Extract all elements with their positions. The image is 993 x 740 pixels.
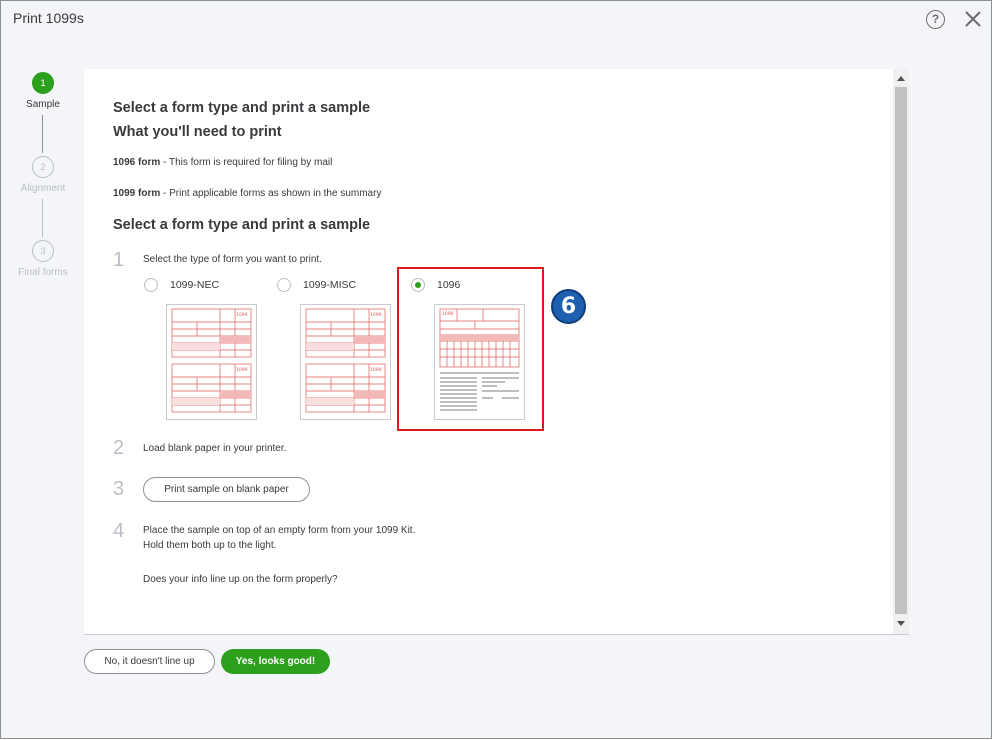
form-preview-image: 1099 1099 — [305, 308, 386, 413]
radio-label-1099-misc: 1099-MISC — [303, 279, 357, 291]
alignment-question: Does your info line up on the form prope… — [143, 574, 338, 585]
dialog-title: Print 1099s — [13, 10, 84, 26]
form-thumbnail-1099-nec[interactable]: 1099 1099 — [166, 304, 257, 420]
stepper-step-alignment: 2 Alignment — [13, 156, 73, 194]
help-icon[interactable]: ? — [926, 10, 945, 29]
radio-1099-nec[interactable] — [144, 278, 158, 292]
step-label: Sample — [26, 99, 60, 110]
form-1096-label: 1096 form — [113, 157, 161, 168]
step-number-2: 2 — [113, 437, 125, 459]
annotation-highlight-box — [397, 267, 544, 431]
step-1-text: Select the type of form you want to prin… — [143, 254, 322, 265]
yes-looks-good-button[interactable]: Yes, looks good! — [221, 649, 330, 674]
radio-label-1099-nec: 1099-NEC — [170, 279, 220, 291]
step-number-3: 3 — [113, 478, 125, 500]
page-title: Select a form type and print a sample — [113, 100, 371, 116]
stepper-connector — [42, 115, 43, 153]
annotation-step-badge: 6 — [551, 289, 586, 324]
form-thumbnail-1099-misc[interactable]: 1099 1099 — [300, 304, 391, 420]
section-heading-what-you-need: What you'll need to print — [113, 124, 282, 140]
step-4-text-line2: Hold them both up to the light. — [143, 540, 277, 551]
print-sample-button[interactable]: Print sample on blank paper — [143, 477, 310, 502]
step-number: 1 — [32, 72, 54, 94]
scroll-down-icon[interactable] — [897, 621, 905, 626]
stepper-step-final-forms: 3 Final forms — [13, 240, 73, 278]
stepper-step-sample: 1 Sample — [13, 72, 73, 110]
step-number-1: 1 — [113, 249, 125, 271]
content-divider — [84, 634, 909, 635]
stepper-connector — [42, 199, 43, 237]
content-scrollbar[interactable] — [893, 69, 909, 634]
no-doesnt-line-up-button[interactable]: No, it doesn't line up — [84, 649, 215, 674]
close-icon[interactable] — [963, 9, 983, 29]
step-number-4: 4 — [113, 520, 125, 542]
form-1099-text: - Print applicable forms as shown in the… — [160, 188, 382, 199]
form-1096-description: 1096 form - This form is required for fi… — [113, 157, 332, 168]
form-tag: 1099 — [236, 367, 248, 373]
form-tag: 1099 — [370, 367, 382, 373]
section-heading-select-form: Select a form type and print a sample — [113, 217, 371, 233]
step-number: 3 — [32, 240, 54, 262]
step-number: 2 — [32, 156, 54, 178]
form-tag: 1099 — [236, 312, 248, 318]
form-preview-image: 1099 1099 — [171, 308, 252, 413]
scroll-up-icon[interactable] — [897, 76, 905, 81]
form-1096-text: - This form is required for filing by ma… — [160, 157, 333, 168]
step-2-text: Load blank paper in your printer. — [143, 443, 287, 454]
step-label: Alignment — [20, 183, 66, 194]
step-label: Final forms — [18, 267, 68, 278]
form-tag: 1099 — [370, 312, 382, 318]
step-4-text-line1: Place the sample on top of an empty form… — [143, 525, 416, 536]
form-1099-label: 1099 form — [113, 188, 161, 199]
radio-1099-misc[interactable] — [277, 278, 291, 292]
form-1099-description: 1099 form - Print applicable forms as sh… — [113, 188, 381, 199]
scroll-thumb[interactable] — [895, 87, 907, 614]
